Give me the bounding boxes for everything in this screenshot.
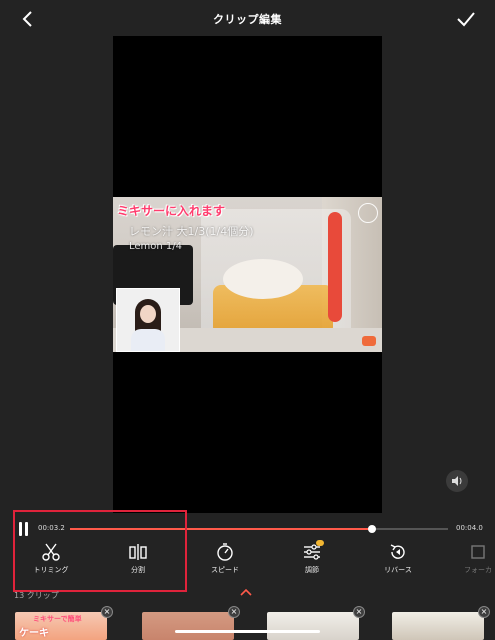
close-icon[interactable]: ×: [228, 606, 240, 618]
clip-thumbnail[interactable]: ×: [392, 606, 490, 640]
end-time: 00:04.0: [456, 524, 483, 532]
chevron-up-icon[interactable]: [240, 588, 252, 596]
clip-strip: ミキサーで簡単 ケーキ × × × ×: [0, 604, 495, 640]
scrubber-handle[interactable]: [368, 525, 377, 533]
page-title: クリップ編集: [213, 13, 282, 26]
clip-thumbnail[interactable]: ×: [267, 606, 365, 640]
home-indicator: [175, 630, 320, 633]
reverse-icon: [390, 544, 405, 559]
caption-ingredient: レモン汁 大1/3(1/4個分): [129, 225, 254, 238]
speed-icon: [217, 543, 233, 561]
focus-icon: [471, 545, 485, 559]
picture-in-picture: [116, 288, 180, 352]
volume-button[interactable]: [446, 470, 468, 492]
tool-label: 調節: [305, 566, 319, 574]
tool-label: フォーカ: [464, 566, 492, 574]
thumb-text: ケーキ: [19, 628, 49, 639]
tool-speed[interactable]: スピード: [193, 538, 257, 582]
close-icon[interactable]: ×: [353, 606, 365, 618]
tool-label: リバース: [384, 566, 412, 574]
top-bar: クリップ編集: [0, 0, 495, 38]
highlight-box: [13, 510, 187, 592]
cream-image: [223, 259, 303, 299]
channel-logo: [362, 336, 376, 346]
clip-thumbnail[interactable]: ×: [142, 606, 240, 640]
tool-label: スピード: [211, 566, 239, 574]
video-frame: ミキサーに入れます レモン汁 大1/3(1/4個分) Lemon 1/4: [113, 197, 382, 352]
premium-badge-icon: [316, 540, 324, 546]
thumb-text: ミキサーで簡単: [33, 615, 82, 623]
tool-focus[interactable]: フォーカ: [446, 538, 495, 582]
clip-thumbnail[interactable]: ミキサーで簡単 ケーキ ×: [15, 606, 113, 640]
tool-adjust[interactable]: 調節: [280, 538, 344, 582]
close-icon[interactable]: ×: [101, 606, 113, 618]
pip-shirt: [131, 329, 165, 351]
close-icon[interactable]: ×: [478, 606, 490, 618]
face-sticker-icon: [358, 203, 378, 223]
clip-count: 13 クリップ: [14, 591, 59, 600]
caption-english: Lemon 1/4: [129, 241, 183, 252]
caption-title: ミキサーに入れます: [117, 204, 226, 218]
speaker-icon: [452, 476, 462, 486]
blender-handle: [328, 212, 342, 322]
checkmark-icon[interactable]: [455, 8, 477, 30]
tool-reverse[interactable]: リバース: [366, 538, 430, 582]
pip-face: [140, 305, 156, 323]
